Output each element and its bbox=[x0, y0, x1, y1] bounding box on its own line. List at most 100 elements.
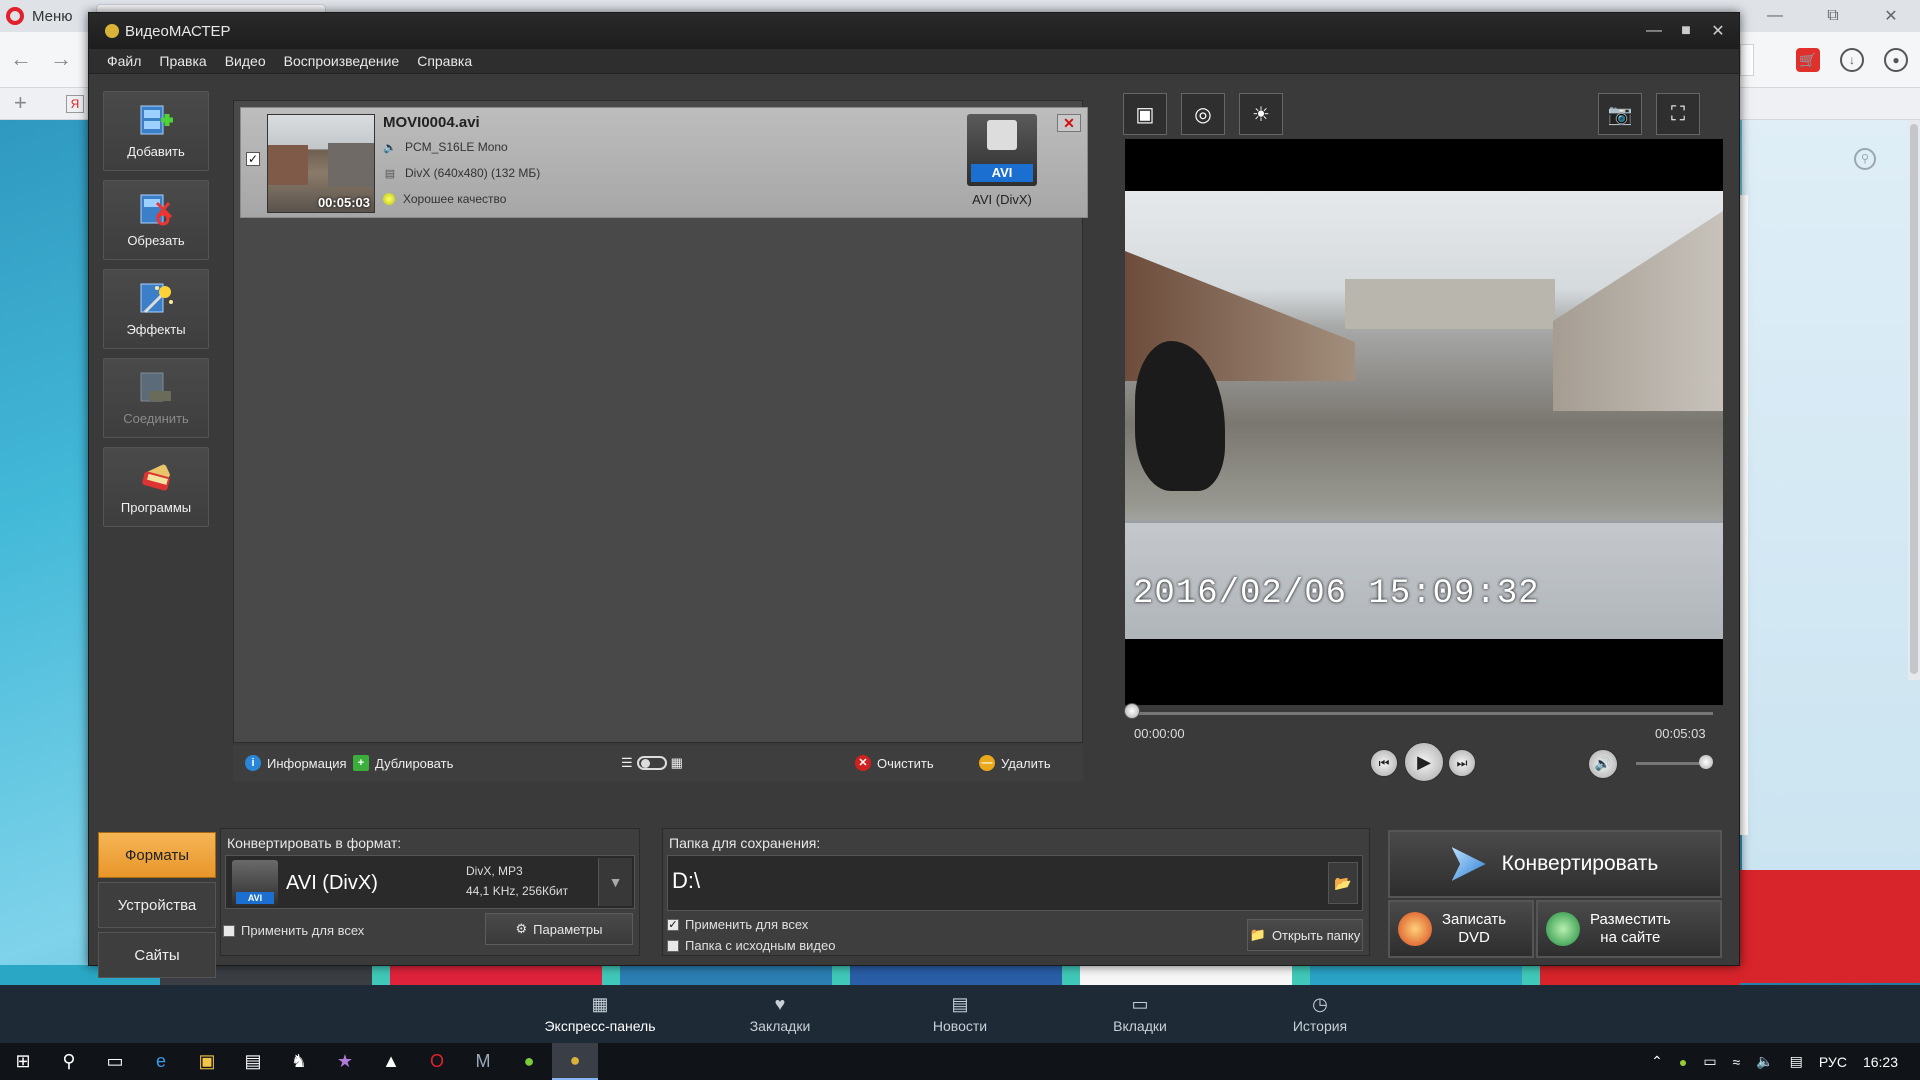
info-button[interactable]: i Информация bbox=[245, 755, 347, 771]
search-icon[interactable]: ⚲ bbox=[46, 1043, 92, 1080]
explorer-icon[interactable]: ▣ bbox=[184, 1043, 230, 1080]
camera-icon bbox=[987, 120, 1017, 150]
url-field[interactable] bbox=[1740, 44, 1754, 76]
clear-icon: ✕ bbox=[855, 755, 871, 771]
language-indicator[interactable]: РУС bbox=[1819, 1054, 1847, 1070]
volume-knob[interactable] bbox=[1699, 755, 1713, 769]
trim-button[interactable]: Обрезать bbox=[103, 180, 209, 260]
browser-close-icon[interactable]: ✕ bbox=[1862, 0, 1920, 32]
crop-frame-icon[interactable]: ▣ bbox=[1123, 93, 1167, 135]
notification-icon[interactable]: ▤ bbox=[1790, 1053, 1803, 1070]
store-icon[interactable]: ▤ bbox=[230, 1043, 276, 1080]
delete-icon: — bbox=[979, 755, 995, 771]
opera-menu-button[interactable]: Меню bbox=[0, 0, 88, 32]
start-icon[interactable]: ⊞ bbox=[0, 1043, 46, 1080]
download-icon[interactable]: ↓ bbox=[1840, 48, 1864, 72]
browser-scrollbar[interactable] bbox=[1908, 120, 1920, 680]
app-icon bbox=[105, 24, 119, 38]
effects-button[interactable]: Эффекты bbox=[103, 269, 209, 349]
minimize-icon[interactable]: — bbox=[1641, 22, 1667, 40]
menu-video[interactable]: Видео bbox=[225, 53, 266, 69]
close-icon[interactable]: ✕ bbox=[1705, 21, 1731, 41]
task-view-icon[interactable]: ▭ bbox=[92, 1043, 138, 1080]
view-switch[interactable] bbox=[636, 756, 667, 770]
menu-bar: Файл Правка Видео Воспроизведение Справк… bbox=[89, 49, 1739, 74]
system-tray: ⌃ ● ▭ ≈ 🔈 ▤ РУС 16:23 bbox=[1651, 1043, 1920, 1080]
account-icon[interactable]: ● bbox=[1884, 48, 1908, 72]
tabs-tab[interactable]: ▭ Вкладки bbox=[1050, 985, 1230, 1043]
add-button[interactable]: Добавить bbox=[103, 91, 209, 171]
maximize-icon[interactable]: ■ bbox=[1673, 22, 1699, 40]
speed-dial-search-icon[interactable]: ⚲ bbox=[1854, 148, 1876, 170]
join-button[interactable]: Соединить bbox=[103, 358, 209, 438]
file-format-icon[interactable]: AVI bbox=[967, 114, 1037, 186]
list-view-icon[interactable]: ☰ bbox=[621, 755, 633, 771]
scrollbar-thumb[interactable] bbox=[1910, 124, 1918, 674]
menu-playback[interactable]: Воспроизведение bbox=[284, 53, 400, 69]
news-tab[interactable]: ▤ Новости bbox=[870, 985, 1050, 1043]
file-quality-row: Хорошее качество bbox=[383, 192, 506, 206]
menu-edit[interactable]: Правка bbox=[159, 53, 206, 69]
add-bookmark-icon[interactable]: + bbox=[14, 90, 27, 116]
tray-app-icon[interactable]: ● bbox=[1679, 1054, 1687, 1070]
express-panel-bar: ▦ Экспресс-панель ♥ Закладки ▤ Новости ▭ Вкл… bbox=[0, 985, 1920, 1043]
seek-knob[interactable] bbox=[1124, 703, 1140, 719]
grid-icon: ▦ bbox=[591, 994, 609, 1014]
fullscreen-icon[interactable]: ⛶ bbox=[1656, 93, 1700, 135]
programs-button[interactable]: Программы bbox=[103, 447, 209, 527]
volume-icon[interactable]: 🔊 bbox=[1588, 749, 1618, 779]
volume-slider[interactable] bbox=[1636, 762, 1706, 765]
menu-file[interactable]: Файл bbox=[107, 53, 141, 69]
history-tab[interactable]: ◷ История bbox=[1230, 985, 1410, 1043]
clock-icon: ◷ bbox=[1312, 994, 1328, 1014]
delete-button[interactable]: — Удалить bbox=[979, 755, 1051, 771]
scissors-icon bbox=[137, 193, 175, 227]
news-icon: ▤ bbox=[951, 994, 969, 1014]
thumb-building-left bbox=[268, 145, 308, 185]
file-thumbnail[interactable]: 00:05:03 bbox=[267, 114, 375, 213]
video-preview[interactable]: 2016/02/06 15:09:32 bbox=[1125, 139, 1723, 705]
browser-restore-icon[interactable]: ⧉ bbox=[1804, 0, 1862, 32]
join-film-icon bbox=[137, 371, 175, 405]
videomaster-taskbar-icon[interactable]: ● bbox=[552, 1043, 598, 1080]
browser-minimize-icon[interactable]: — bbox=[1746, 0, 1804, 32]
view-toggle[interactable]: ☰ ▦ bbox=[621, 755, 683, 771]
duplicate-button[interactable]: + Дублировать bbox=[353, 755, 453, 771]
play-icon[interactable]: ▶ bbox=[1404, 742, 1444, 782]
duplicate-icon: + bbox=[353, 755, 369, 771]
express-panel-label: Экспресс-панель bbox=[544, 1018, 656, 1034]
app-icon[interactable]: ★ bbox=[322, 1043, 368, 1080]
opera-logo-icon bbox=[6, 7, 24, 25]
express-panel-tab[interactable]: ▦ Экспресс-панель bbox=[510, 985, 690, 1043]
bookmarks-tab[interactable]: ♥ Закладки bbox=[690, 985, 870, 1043]
stabilize-icon[interactable]: ◎ bbox=[1181, 93, 1225, 135]
wifi-icon[interactable]: ≈ bbox=[1733, 1054, 1741, 1070]
clock[interactable]: 16:23 bbox=[1863, 1054, 1898, 1070]
remove-file-button[interactable]: ✕ bbox=[1057, 114, 1081, 132]
file-list-item[interactable]: ✓ 00:05:03 MOVI0004.avi 🔈 PCM_S16LE Mono… bbox=[240, 107, 1088, 218]
file-checkbox[interactable]: ✓ bbox=[246, 152, 260, 166]
m-app-icon[interactable]: M bbox=[460, 1043, 506, 1080]
volume-tray-icon[interactable]: 🔈 bbox=[1756, 1053, 1773, 1070]
edge-icon[interactable]: e bbox=[138, 1043, 184, 1080]
seek-bar[interactable] bbox=[1133, 712, 1713, 715]
list-toolbar: i Информация + Дублировать ☰ ▦ ✕ Очистит… bbox=[233, 745, 1083, 781]
yandex-bookmark-icon[interactable]: Я bbox=[66, 95, 84, 113]
previous-icon[interactable]: ⏮ bbox=[1370, 749, 1398, 777]
cart-icon[interactable]: 🛒 bbox=[1796, 48, 1820, 72]
clear-button[interactable]: ✕ Очистить bbox=[855, 755, 934, 771]
window-titlebar[interactable]: ВидеоМАСТЕР — ■ ✕ bbox=[89, 13, 1739, 49]
green-app-icon[interactable]: ● bbox=[506, 1043, 552, 1080]
app2-icon[interactable]: ▲ bbox=[368, 1043, 414, 1080]
next-icon[interactable]: ⏭ bbox=[1448, 749, 1476, 777]
brightness-icon[interactable]: ☀ bbox=[1239, 93, 1283, 135]
opera-taskbar-icon[interactable]: O bbox=[414, 1043, 460, 1080]
battery-icon[interactable]: ▭ bbox=[1703, 1053, 1716, 1070]
snapshot-camera-icon[interactable]: 📷 bbox=[1598, 93, 1642, 135]
tray-chevron-icon[interactable]: ⌃ bbox=[1651, 1053, 1663, 1070]
back-icon[interactable]: ← bbox=[10, 46, 32, 72]
game-icon[interactable]: ♞ bbox=[276, 1043, 322, 1080]
grid-view-icon[interactable]: ▦ bbox=[671, 755, 683, 771]
menu-help[interactable]: Справка bbox=[417, 53, 472, 69]
forward-icon[interactable]: → bbox=[50, 46, 72, 72]
